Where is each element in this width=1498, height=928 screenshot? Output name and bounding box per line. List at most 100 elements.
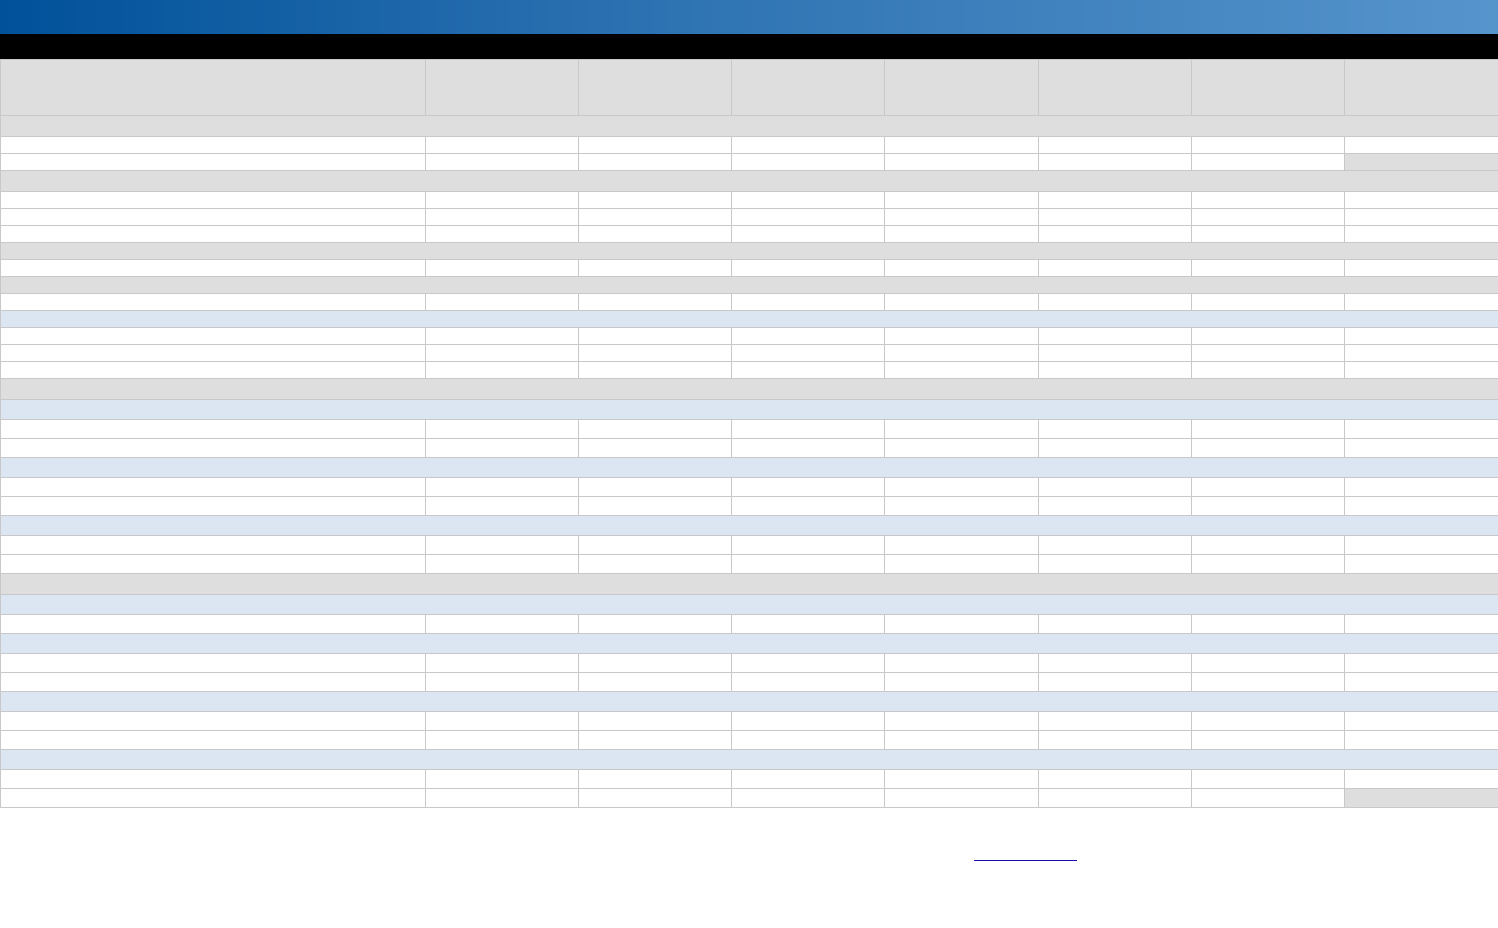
table-cell [884, 554, 1039, 574]
table-row [0, 788, 1498, 808]
table-cell [0, 419, 426, 439]
table-cell [884, 711, 1039, 731]
table-cell [1191, 730, 1345, 750]
table-cell [578, 730, 732, 750]
table-row [0, 225, 1498, 243]
column-header [731, 59, 885, 116]
table-cell [578, 554, 732, 574]
table-cell [731, 225, 885, 243]
section-label [0, 515, 1498, 536]
section-label [0, 115, 1498, 137]
section-label [0, 170, 1498, 192]
column-header [0, 59, 426, 116]
table-cell [1191, 344, 1345, 362]
table-cell [1038, 653, 1192, 673]
table-cell [1038, 788, 1192, 808]
table-cell [884, 788, 1039, 808]
table-cell [884, 496, 1039, 516]
table-cell [425, 361, 579, 379]
table-cell [578, 293, 732, 311]
table-cell [1038, 136, 1192, 154]
table-cell [425, 535, 579, 555]
table-cell [1038, 672, 1192, 692]
table-row [0, 438, 1498, 458]
table-cell [1191, 614, 1345, 634]
table-cell [1191, 672, 1345, 692]
table-cell [578, 788, 732, 808]
table-cell [0, 438, 426, 458]
table-cell [731, 208, 885, 226]
table-cell [1191, 653, 1345, 673]
table-row [0, 153, 1498, 171]
table-row [0, 191, 1498, 209]
table-cell [1191, 327, 1345, 345]
table-cell [1191, 535, 1345, 555]
table-cell [0, 327, 426, 345]
table-cell [425, 136, 579, 154]
table-cell [0, 225, 426, 243]
table-cell [578, 136, 732, 154]
table-cell [731, 361, 885, 379]
section-label [0, 378, 1498, 400]
table-cell [731, 535, 885, 555]
table-cell [1344, 535, 1498, 555]
table-cell [0, 477, 426, 497]
table-cell [425, 614, 579, 634]
table-cell [1038, 438, 1192, 458]
table-cell [1344, 496, 1498, 516]
table-cell [731, 653, 885, 673]
table-cell [0, 672, 426, 692]
section-header-row [0, 573, 1498, 595]
table-cell [1344, 361, 1498, 379]
table-cell [425, 327, 579, 345]
table-cell [0, 208, 426, 226]
table-cell [0, 769, 426, 789]
table-cell [578, 438, 732, 458]
table-cell [1344, 293, 1498, 311]
table-cell [1191, 259, 1345, 277]
table-cell [1191, 136, 1345, 154]
table-cell [1191, 191, 1345, 209]
subheader-bar [0, 34, 1498, 59]
section-header-row [0, 242, 1498, 260]
table-cell [578, 419, 732, 439]
table-cell [884, 769, 1039, 789]
column-header [1191, 59, 1345, 116]
table-cell [0, 496, 426, 516]
table-cell [884, 225, 1039, 243]
table-cell [884, 672, 1039, 692]
grid-body [0, 115, 1498, 808]
table-cell [731, 259, 885, 277]
table-cell [1344, 614, 1498, 634]
table-cell [884, 477, 1039, 497]
table-cell [1038, 259, 1192, 277]
table-cell [1191, 361, 1345, 379]
table-cell [425, 293, 579, 311]
section-label [0, 691, 1498, 712]
table-cell [0, 136, 426, 154]
section-header-row [0, 691, 1498, 712]
table-cell [884, 191, 1039, 209]
footer-link[interactable] [974, 848, 1077, 861]
table-cell [1038, 153, 1192, 171]
table-cell [425, 344, 579, 362]
table-cell [1344, 225, 1498, 243]
table-cell [1038, 554, 1192, 574]
table-cell [578, 496, 732, 516]
table-cell [1038, 419, 1192, 439]
table-cell [578, 153, 732, 171]
header-row [0, 59, 1498, 116]
table-cell [884, 259, 1039, 277]
table-cell [731, 438, 885, 458]
table-cell [425, 788, 579, 808]
table-cell [731, 730, 885, 750]
column-header [884, 59, 1039, 116]
table-cell [1344, 788, 1498, 808]
table-cell [425, 259, 579, 277]
table-cell [1191, 496, 1345, 516]
table-cell [1344, 554, 1498, 574]
table-row [0, 419, 1498, 439]
table-cell [1191, 438, 1345, 458]
table-cell [1344, 711, 1498, 731]
table-row [0, 344, 1498, 362]
